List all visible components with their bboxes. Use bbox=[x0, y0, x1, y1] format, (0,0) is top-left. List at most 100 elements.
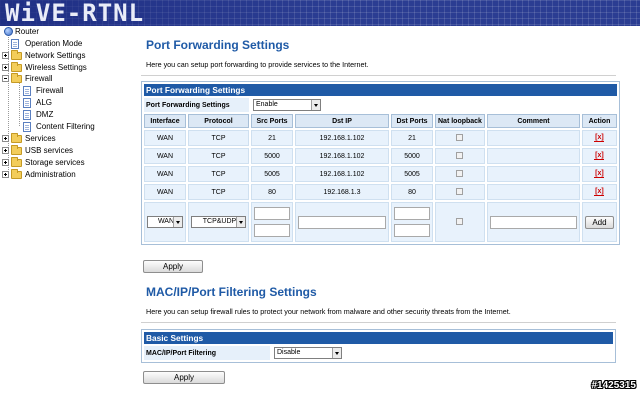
cell-interface: WAN bbox=[144, 130, 186, 146]
tree-root-label: Router bbox=[15, 27, 40, 36]
cell-action: [x] bbox=[581, 166, 617, 182]
cell-dst-ports: 21 bbox=[391, 130, 433, 146]
new-action-cell: Add bbox=[581, 202, 617, 242]
globe-icon bbox=[4, 27, 13, 36]
chevron-down-icon bbox=[332, 348, 341, 358]
dst-ip-input[interactable] bbox=[298, 215, 386, 229]
src-port-to-input[interactable] bbox=[254, 224, 290, 237]
nat-loopback-checkbox[interactable] bbox=[456, 188, 464, 196]
src-port-from-input[interactable] bbox=[254, 207, 290, 220]
expand-icon[interactable] bbox=[2, 64, 9, 71]
chevron-down-icon bbox=[311, 100, 320, 110]
column-header: Dst Ports bbox=[391, 114, 433, 128]
add-rule-button[interactable]: Add bbox=[584, 215, 614, 229]
port-forwarding-select[interactable]: Enable bbox=[253, 99, 321, 111]
chevron-down-icon bbox=[173, 217, 182, 227]
watermark: #1425315 bbox=[591, 380, 637, 391]
expand-icon[interactable] bbox=[2, 52, 9, 59]
cell-protocol: TCP bbox=[188, 130, 249, 146]
select-value: TCP&UDP bbox=[202, 218, 237, 225]
divider bbox=[141, 322, 616, 323]
tree-item-label: Firewall bbox=[25, 74, 53, 83]
new-nat-loopback-cell bbox=[435, 202, 485, 242]
setting-value-cell: Enable bbox=[251, 98, 617, 112]
cell-nat-loopback bbox=[435, 148, 485, 164]
delete-rule-link[interactable]: [x] bbox=[594, 188, 605, 196]
collapse-icon[interactable] bbox=[2, 75, 9, 82]
column-header: Nat loopback bbox=[435, 114, 485, 128]
filtering-description: Here you can setup firewall rules to pro… bbox=[146, 307, 511, 316]
cell-dst-ports: 80 bbox=[391, 184, 433, 200]
dst-port-to-input[interactable] bbox=[394, 224, 430, 237]
column-header: Protocol bbox=[188, 114, 249, 128]
page-icon bbox=[11, 39, 19, 49]
column-header: Src Ports bbox=[251, 114, 293, 128]
cell-action: [x] bbox=[581, 130, 617, 146]
port-forwarding-table: Port Forwarding Settings Port Forwarding… bbox=[141, 81, 620, 245]
new-dst-ports-cell bbox=[391, 202, 433, 242]
cell-dst-ip: 192.168.1.102 bbox=[295, 166, 389, 182]
cell-src-ports: 5000 bbox=[251, 148, 293, 164]
tree-item-label: Operation Mode bbox=[25, 39, 83, 48]
expand-icon[interactable] bbox=[2, 159, 9, 166]
cell-nat-loopback bbox=[435, 166, 485, 182]
nat-loopback-checkbox[interactable] bbox=[456, 152, 464, 160]
filtering-select[interactable]: Disable bbox=[274, 347, 342, 359]
setting-value-cell: Disable bbox=[272, 346, 613, 360]
select-value: Disable bbox=[277, 349, 301, 356]
folder-icon bbox=[11, 133, 22, 143]
cell-dst-ports: 5005 bbox=[391, 166, 433, 182]
basic-settings-table: Basic Settings MAC/IP/Port Filtering Dis… bbox=[141, 329, 616, 363]
tree-item-label: Firewall bbox=[36, 86, 64, 95]
section-header: Basic Settings bbox=[144, 332, 613, 344]
tree-item-label: Wireless Settings bbox=[25, 63, 87, 72]
setting-label: MAC/IP/Port Filtering bbox=[144, 346, 270, 360]
interface-select[interactable]: WAN bbox=[147, 216, 183, 228]
folder-open-icon bbox=[11, 73, 22, 83]
expand-icon[interactable] bbox=[2, 147, 9, 154]
section-header: Port Forwarding Settings bbox=[144, 84, 617, 96]
delete-rule-link[interactable]: [x] bbox=[594, 134, 605, 142]
protocol-select[interactable]: TCP&UDP bbox=[191, 216, 246, 228]
cell-nat-loopback bbox=[435, 184, 485, 200]
select-value: Enable bbox=[256, 101, 278, 108]
table-row: WAN TCP 80 192.168.1.3 80 [x] bbox=[144, 184, 617, 200]
nat-loopback-checkbox[interactable] bbox=[456, 218, 464, 226]
cell-interface: WAN bbox=[144, 184, 186, 200]
column-header: Dst IP bbox=[295, 114, 389, 128]
chevron-down-icon bbox=[236, 217, 245, 227]
expand-icon[interactable] bbox=[2, 135, 9, 142]
page-icon bbox=[23, 98, 31, 108]
cell-dst-ports: 5000 bbox=[391, 148, 433, 164]
delete-rule-link[interactable]: [x] bbox=[594, 152, 605, 160]
page-title: Port Forwarding Settings bbox=[146, 38, 290, 52]
nat-loopback-checkbox[interactable] bbox=[456, 170, 464, 178]
cell-protocol: TCP bbox=[188, 184, 249, 200]
cell-comment bbox=[486, 166, 580, 182]
cell-comment bbox=[486, 130, 580, 146]
tree-item-label: Content Filtering bbox=[36, 122, 95, 131]
new-dst-ip-cell bbox=[295, 202, 389, 242]
comment-input[interactable] bbox=[489, 215, 577, 229]
section-title-filtering: MAC/IP/Port Filtering Settings bbox=[146, 285, 317, 299]
dst-port-from-input[interactable] bbox=[394, 207, 430, 220]
cell-dst-ip: 192.168.1.102 bbox=[295, 148, 389, 164]
new-protocol-cell: TCP&UDP bbox=[188, 202, 249, 242]
tree-item-label: Services bbox=[25, 134, 56, 143]
apply-port-forwarding-button[interactable]: Apply bbox=[143, 260, 203, 273]
folder-icon bbox=[11, 145, 22, 155]
cell-interface: WAN bbox=[144, 166, 186, 182]
cell-protocol: TCP bbox=[188, 166, 249, 182]
divider bbox=[141, 75, 616, 76]
cell-comment bbox=[486, 148, 580, 164]
cell-action: [x] bbox=[581, 148, 617, 164]
folder-icon bbox=[11, 169, 22, 179]
folder-icon bbox=[11, 50, 22, 60]
table-row: WAN TCP 5005 192.168.1.102 5005 [x] bbox=[144, 166, 617, 182]
page-icon bbox=[23, 86, 31, 96]
tree-item-label: Storage services bbox=[25, 158, 85, 167]
delete-rule-link[interactable]: [x] bbox=[594, 170, 605, 178]
expand-icon[interactable] bbox=[2, 171, 9, 178]
apply-filtering-button[interactable]: Apply bbox=[143, 371, 225, 384]
nat-loopback-checkbox[interactable] bbox=[456, 134, 464, 142]
